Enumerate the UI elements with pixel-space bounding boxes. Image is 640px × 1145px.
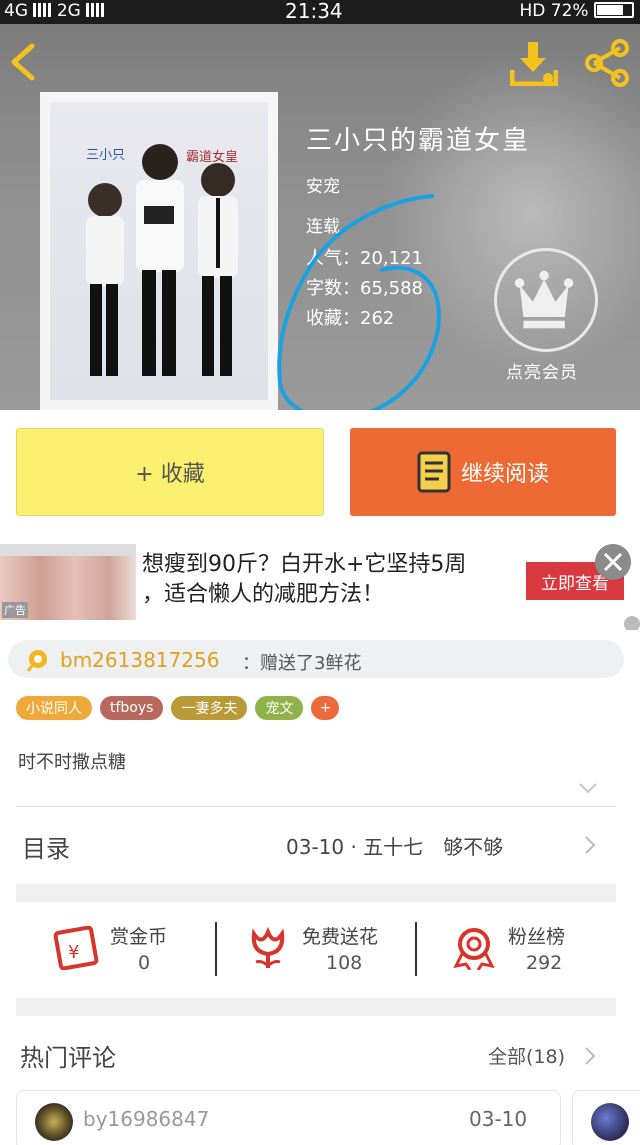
- book-title: 三小只的霸道女皇: [306, 126, 531, 156]
- signal-bars-icon: [33, 3, 52, 17]
- stat-value: 108: [326, 952, 363, 974]
- battery-icon: [594, 2, 634, 18]
- continue-reading-label: 继续阅读: [460, 462, 549, 487]
- book-status: 连载: [306, 217, 340, 237]
- hot-comments-title: 热门评论: [20, 1044, 116, 1072]
- chevron-right-icon: [585, 836, 596, 854]
- status-right: HD 72%: [520, 1, 634, 21]
- stat-value: 0: [138, 952, 151, 974]
- tag-item[interactable]: 小说同人: [16, 696, 92, 720]
- crown-icon: [514, 270, 574, 329]
- book-details: bm2613817256 ：赠送了3鲜花 小说同人 tfboys 一妻多夫 宠文…: [0, 630, 640, 1145]
- vip-button[interactable]: [494, 248, 598, 352]
- comment-card-partial[interactable]: [572, 1090, 640, 1145]
- hot-comments-header: 热门评论 全部(18): [0, 1016, 640, 1076]
- stat-separator: [215, 922, 217, 976]
- favorites-button-label: + 收藏: [135, 462, 205, 487]
- flower-icon: [251, 926, 285, 969]
- status-time: 21:34: [285, 0, 343, 23]
- gift-notification: bm2613817256 ：赠送了3鲜花: [8, 640, 624, 678]
- tag-item[interactable]: tfboys: [100, 696, 164, 720]
- ad-banner[interactable]: 广告 想瘦到90斤？白开水+它坚持5周 ，适合懒人的减肥方法！ 立即查看: [0, 534, 640, 632]
- hd-indicator: HD: [519, 1, 546, 21]
- book-header: 三小只 的 霸道女皇: [0, 24, 640, 410]
- ad-tag: 广告: [2, 602, 28, 618]
- book-icon: [417, 451, 451, 493]
- stat-label: 粉丝榜: [508, 926, 566, 948]
- red-envelope-icon: ¥: [53, 926, 99, 970]
- ad-image: 广告: [0, 544, 136, 620]
- word-count-stat: 字数：65,588: [306, 278, 423, 299]
- chevron-right-icon: [585, 1047, 596, 1065]
- vip-label: 点亮会员: [506, 363, 578, 383]
- battery-percent: 72%: [550, 1, 589, 21]
- ad-text: 想瘦到90斤？白开水+它坚持5周 ，适合懒人的减肥方法！: [142, 550, 512, 610]
- gift-message: ：赠送了3鲜花: [242, 653, 362, 674]
- favorites-stat: 收藏：262: [306, 308, 395, 329]
- handwritten-annotation: [277, 194, 441, 410]
- support-stats: ¥ 赏金币 0 免费送花 108 粉丝榜 292: [0, 902, 640, 1002]
- action-bar: + 收藏 继续阅读: [0, 410, 640, 534]
- stat-value: 292: [526, 952, 563, 974]
- comment-card[interactable]: by16986847 03-10: [16, 1090, 561, 1145]
- signal-indicator: 4G 2G: [4, 1, 105, 21]
- book-cover[interactable]: 三小只 的 霸道女皇: [40, 92, 278, 410]
- avatar[interactable]: [35, 1103, 73, 1141]
- tag-item[interactable]: 宠文: [255, 696, 304, 720]
- latest-chapter: 03-10 · 五十七 够不够: [286, 835, 504, 859]
- flower-bouquet-icon: [26, 650, 47, 672]
- ad-image-top: [0, 544, 136, 556]
- stat-separator: [415, 922, 417, 976]
- avatar[interactable]: [591, 1103, 629, 1141]
- section-gap: [16, 884, 616, 902]
- popularity-stat: 人气：20,121: [306, 248, 423, 269]
- cover-image: 三小只 的 霸道女皇: [50, 102, 268, 400]
- signal-bars-icon-2: [86, 3, 105, 17]
- status-bar: 4G 2G 21:34 HD 72%: [0, 0, 640, 24]
- close-icon[interactable]: [595, 544, 631, 580]
- add-to-favorites-button[interactable]: + 收藏: [16, 428, 324, 516]
- toc-title: 目录: [22, 835, 70, 863]
- tag-item[interactable]: 一妻多夫: [171, 696, 248, 720]
- continue-reading-button[interactable]: 继续阅读: [350, 428, 616, 516]
- comment-username[interactable]: by16986847: [83, 1107, 209, 1131]
- all-comments-link[interactable]: 全部(18): [488, 1042, 565, 1069]
- tag-list: 小说同人 tfboys 一妻多夫 宠文 +: [16, 696, 340, 722]
- stat-label: 赏金币: [110, 926, 168, 948]
- gift-username[interactable]: bm2613817256: [60, 648, 219, 672]
- medal-icon: [453, 928, 495, 970]
- svg-text:¥: ¥: [68, 942, 79, 963]
- stat-label: 免费送花: [302, 926, 379, 948]
- add-tag-button[interactable]: +: [311, 696, 340, 720]
- book-author[interactable]: 安宠: [306, 172, 340, 197]
- ad-line-2: ，适合懒人的减肥方法！: [142, 582, 385, 607]
- table-of-contents-row[interactable]: 目录 03-10 · 五十七 够不够: [0, 807, 640, 881]
- comment-date: 03-10: [469, 1107, 528, 1131]
- download-icon[interactable]: [510, 40, 558, 86]
- share-icon[interactable]: [582, 38, 632, 88]
- book-description: 时不时撒点糖: [18, 752, 126, 773]
- cover-figures: [86, 144, 238, 376]
- chevron-down-icon[interactable]: [578, 782, 598, 794]
- section-gap: [16, 998, 616, 1016]
- ad-line-1: 想瘦到90斤？白开水+它坚持5周: [142, 552, 467, 577]
- back-chevron-icon[interactable]: [8, 42, 40, 82]
